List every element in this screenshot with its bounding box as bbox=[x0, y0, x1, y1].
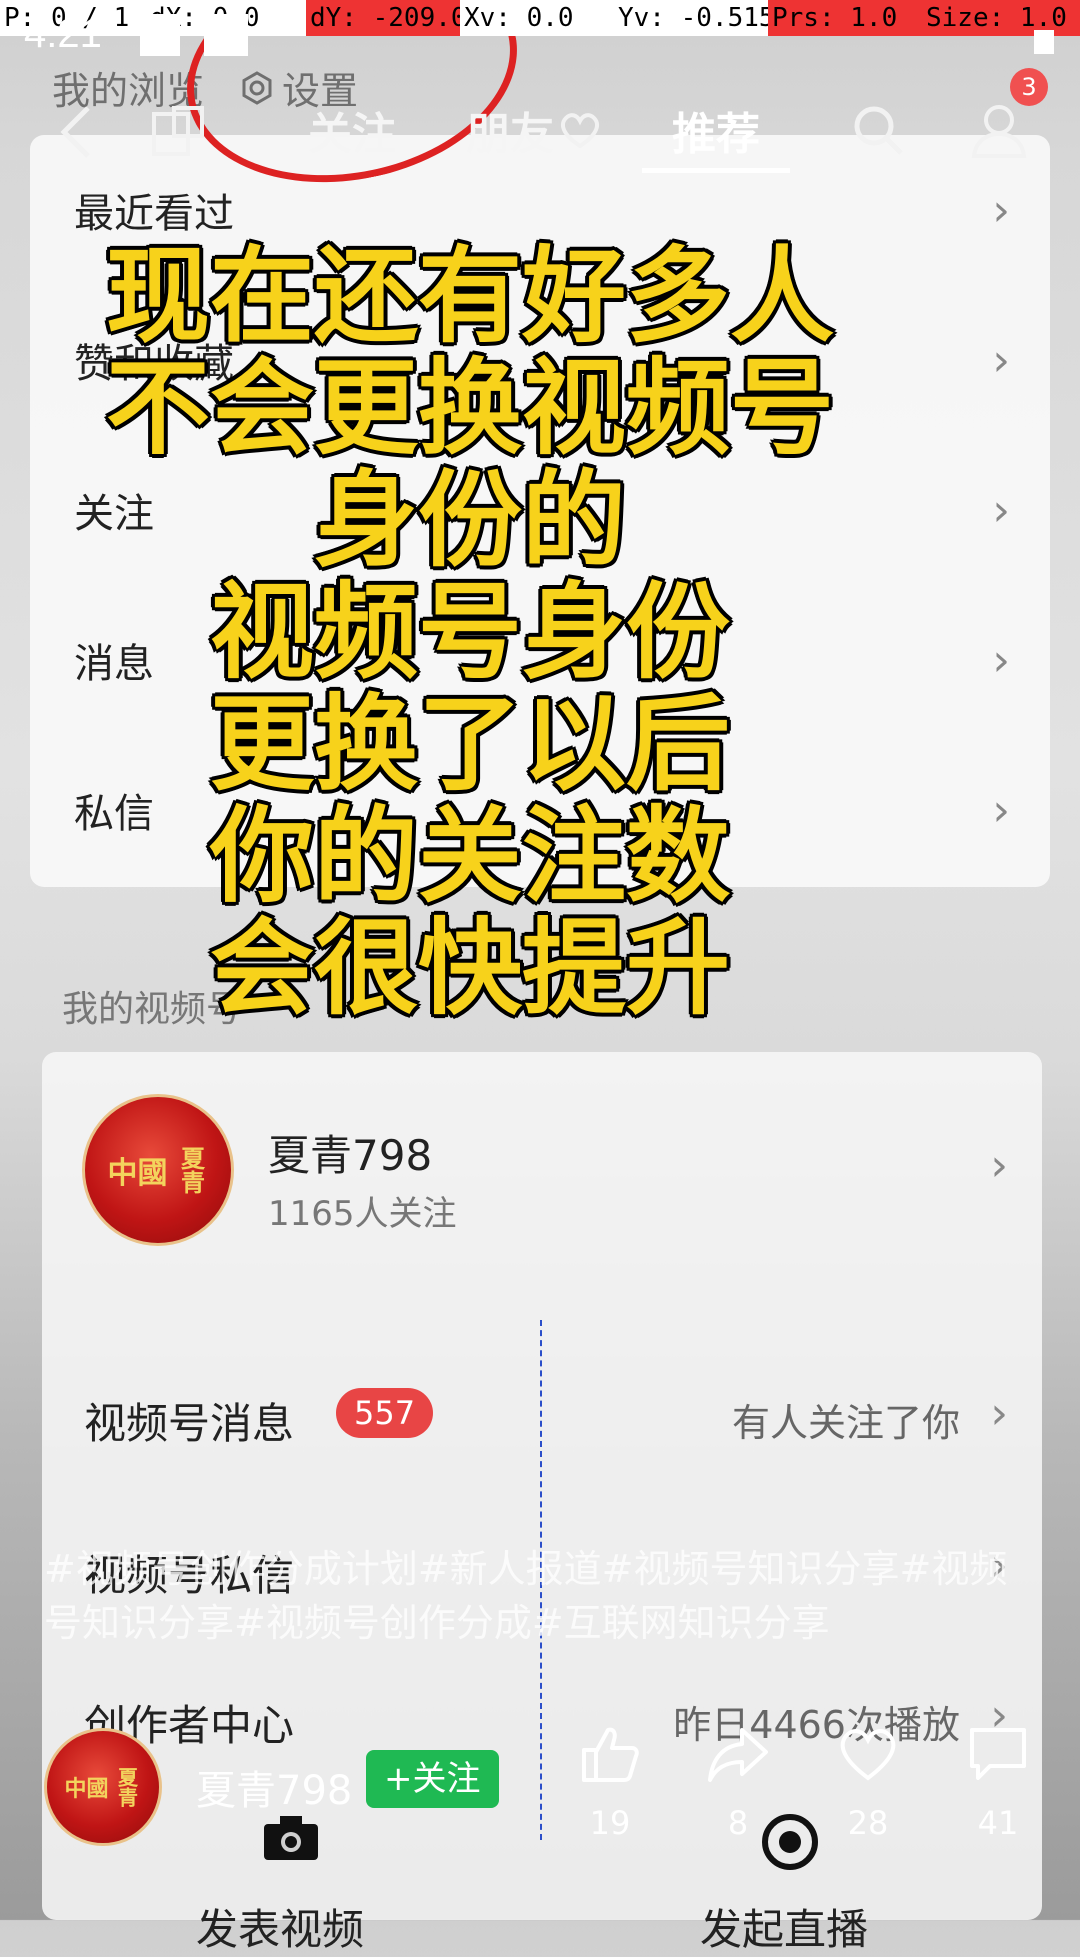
live-record-icon[interactable] bbox=[762, 1814, 818, 1870]
chevron-right-icon: › bbox=[992, 335, 1010, 386]
comment-count: 41 bbox=[977, 1804, 1019, 1842]
chevron-left-icon bbox=[60, 106, 90, 158]
notification-icon bbox=[204, 14, 248, 56]
thumbs-up-icon bbox=[582, 1727, 639, 1782]
tab-friends[interactable]: 朋友 bbox=[466, 98, 602, 162]
notification-icon bbox=[140, 14, 180, 56]
tab-friends-label: 朋友 bbox=[466, 109, 554, 160]
caption-line: 现在还有好多人 bbox=[105, 234, 834, 357]
debug-yv: Yv: -0.515 bbox=[614, 0, 775, 36]
comment-button[interactable]: 41 bbox=[958, 1722, 1038, 1842]
caption-line: 会很快提升 bbox=[209, 906, 730, 1029]
avatar: 中國 夏青 bbox=[82, 1094, 234, 1246]
chevron-right-icon: › bbox=[990, 1140, 1008, 1191]
avatar-text: 中國 bbox=[64, 1777, 109, 1802]
start-live-label[interactable]: 发起直播 bbox=[700, 1896, 868, 1957]
multiwindow-button[interactable] bbox=[150, 104, 206, 164]
video-hashtags[interactable]: #视频号创作分成计划#新人报道#视频号知识分享#视频号知识分享#视频号创作分成#… bbox=[44, 1542, 1044, 1650]
person-icon bbox=[971, 105, 1027, 158]
avatar-side-text: 夏青 bbox=[114, 1767, 139, 1807]
heart-icon bbox=[561, 113, 599, 149]
back-button[interactable] bbox=[56, 102, 96, 166]
chevron-right-icon: › bbox=[992, 635, 1010, 686]
account-row[interactable]: 中國 夏青 夏青798 1165人关注 › bbox=[42, 1052, 1042, 1282]
chevron-right-icon: › bbox=[990, 1388, 1008, 1439]
account-name: 夏青798 bbox=[268, 1131, 433, 1180]
battery-icon bbox=[1034, 30, 1054, 54]
caption-line: 视频号身份 bbox=[209, 570, 730, 693]
follow-button[interactable]: +关注 bbox=[366, 1750, 499, 1808]
tab-following[interactable]: 关注 bbox=[308, 98, 396, 162]
profile-button[interactable] bbox=[970, 100, 1028, 162]
debug-pressure: Prs: 1.0 bbox=[768, 0, 922, 36]
debug-dy: dY: -209.0 bbox=[306, 0, 467, 36]
debug-size: Size: 1.0 bbox=[922, 0, 1080, 36]
author-avatar: 中國 夏青 bbox=[44, 1728, 162, 1846]
author-avatar-button[interactable]: 中國 夏青 bbox=[44, 1728, 162, 1846]
caption-line: 不会更换视频号 bbox=[105, 346, 834, 469]
like-button[interactable]: 19 bbox=[570, 1722, 650, 1842]
post-video-label[interactable]: 发表视频 bbox=[196, 1896, 364, 1957]
chevron-right-icon: › bbox=[992, 485, 1010, 536]
notification-badge: 3 bbox=[1010, 68, 1048, 106]
avatar-text: 中國 bbox=[107, 1156, 168, 1191]
caption-line: 更换了以后 bbox=[209, 682, 730, 805]
window-icon bbox=[152, 106, 204, 156]
share-icon bbox=[708, 1728, 768, 1782]
active-tab-indicator bbox=[642, 168, 790, 173]
row-label: 视频号消息 bbox=[84, 1399, 295, 1448]
caption-line: 你的关注数 bbox=[209, 794, 730, 917]
follower-count: 1165人关注 bbox=[268, 1194, 457, 1234]
like-count: 19 bbox=[589, 1804, 631, 1842]
avatar-side-text: 夏青 bbox=[176, 1146, 205, 1194]
chevron-right-icon: › bbox=[992, 785, 1010, 836]
top-navigation: 关注 朋友 推荐 bbox=[0, 90, 1080, 200]
heart-icon bbox=[840, 1729, 896, 1781]
favorite-count: 28 bbox=[847, 1804, 889, 1842]
tab-recommend[interactable]: 推荐 bbox=[672, 98, 760, 162]
search-button[interactable] bbox=[850, 102, 906, 162]
search-icon bbox=[854, 106, 903, 155]
status-time: 4:21 bbox=[24, 12, 102, 56]
share-button[interactable]: 8 bbox=[698, 1722, 778, 1842]
unread-badge: 557 bbox=[336, 1388, 434, 1438]
comment-icon bbox=[970, 1728, 1026, 1780]
favorite-button[interactable]: 28 bbox=[828, 1722, 908, 1842]
caption-line: 身份的 bbox=[313, 458, 626, 581]
author-name[interactable]: 夏青798 bbox=[196, 1758, 352, 1816]
camera-icon[interactable] bbox=[262, 1814, 320, 1866]
video-caption-overlay: 现在还有好多人 不会更换视频号 身份的 视频号身份 更换了以后 你的关注数 会很… bbox=[60, 240, 880, 1024]
debug-xv: Xv: 0.0 bbox=[460, 0, 614, 36]
row-status: 有人关注了你 bbox=[731, 1401, 960, 1445]
